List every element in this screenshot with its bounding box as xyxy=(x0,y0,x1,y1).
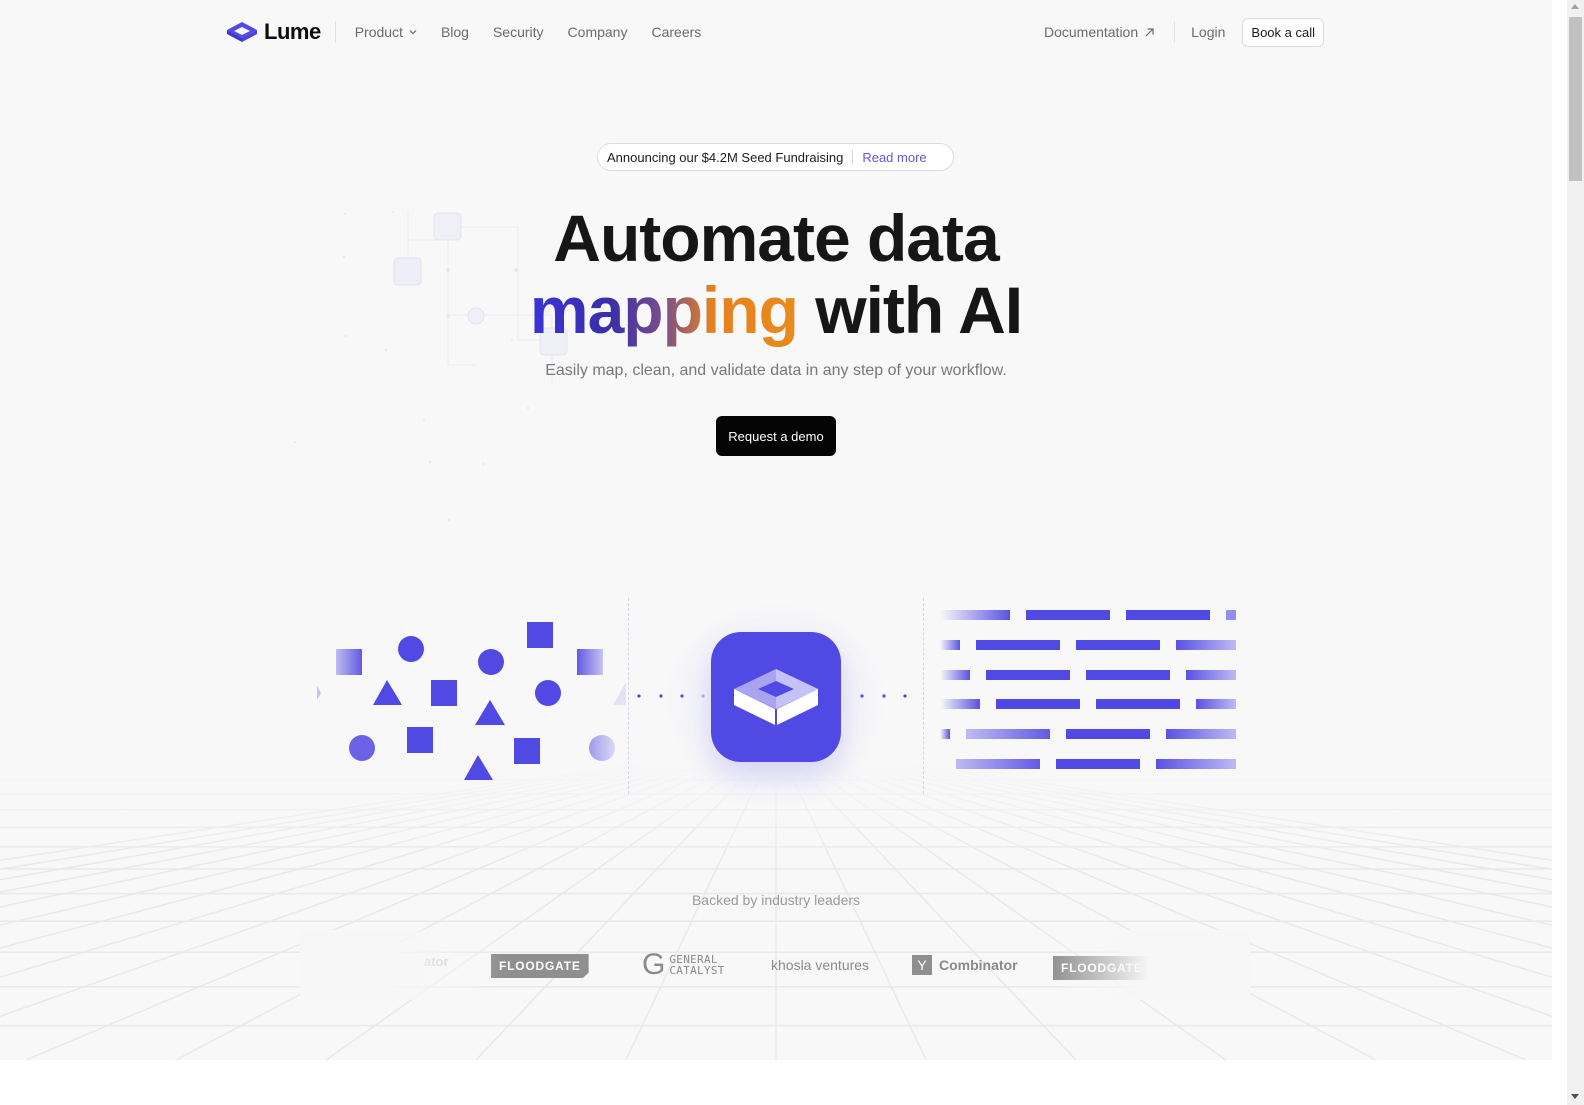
shape-triangle-partial xyxy=(317,686,321,700)
backer-logos: ator FLOODGATE G GENERAL CATALYST khosla… xyxy=(0,946,1552,986)
request-demo-button[interactable]: Request a demo xyxy=(716,416,836,456)
general-catalyst-wordmark: GENERAL CATALYST xyxy=(669,953,725,977)
input-shapes xyxy=(317,622,626,780)
shape-square xyxy=(336,649,362,675)
nav-right: Documentation Login Book a call xyxy=(1044,17,1324,47)
lume-app-icon xyxy=(711,632,841,762)
documentation-link[interactable]: Documentation xyxy=(1044,24,1155,40)
backer-logo-text: Combinator xyxy=(939,957,1018,973)
vertical-scrollbar[interactable] xyxy=(1567,0,1584,1105)
lume-box-icon xyxy=(227,22,257,42)
announcement-text: Announcing our $4.2M Seed Fundraising xyxy=(607,149,844,165)
scrollbar-thumb[interactable] xyxy=(1569,17,1582,181)
nav-divider xyxy=(334,21,336,43)
shape-circle xyxy=(589,735,615,761)
open-box-icon xyxy=(734,669,818,725)
scroll-down-arrow-icon[interactable] xyxy=(1571,1094,1579,1099)
shape-circle xyxy=(478,649,504,675)
headline-line-2: mapping with AI xyxy=(0,274,1552,346)
nav-link-company[interactable]: Company xyxy=(568,24,628,40)
shape-square xyxy=(577,649,603,675)
shape-circle xyxy=(398,636,424,662)
nav-links: Product Blog Security Company Careers xyxy=(355,24,702,40)
shape-square xyxy=(527,622,553,648)
shape-circle xyxy=(349,735,375,761)
hero-subtitle: Easily map, clean, and validate data in … xyxy=(545,362,1007,379)
backer-logo-text: FLOODGATE xyxy=(499,959,581,973)
general-catalyst-mark-icon: G xyxy=(642,948,666,981)
nav-link-careers[interactable]: Careers xyxy=(651,24,701,40)
shape-circle xyxy=(535,680,561,706)
backer-logo-general-catalyst: G GENERAL CATALYST xyxy=(642,950,725,980)
shape-square xyxy=(514,738,540,764)
top-nav: Lume Product Blog Security Company Caree… xyxy=(226,14,1324,50)
shape-square xyxy=(407,727,433,753)
external-link-arrow-icon xyxy=(1145,27,1154,36)
nav-link-label: Product xyxy=(354,24,403,40)
nav-link-blog[interactable]: Blog xyxy=(441,24,469,40)
scroll-up-arrow-icon[interactable] xyxy=(1571,4,1579,9)
page: Lume Product Blog Security Company Caree… xyxy=(0,0,1552,1060)
hero-headline: Automate data mapping with AI xyxy=(0,202,1552,346)
nav-divider xyxy=(1174,21,1176,43)
shape-triangle xyxy=(373,680,402,705)
backer-logo-floodgate: FLOODGATE xyxy=(491,954,589,978)
read-more-link[interactable]: Read more xyxy=(862,150,926,165)
connector-dots-left xyxy=(637,694,705,698)
announcement-pill[interactable]: Announcing our $4.2M Seed Fundraising Re… xyxy=(597,143,954,171)
backer-logo-khosla-ventures: khosla ventures xyxy=(771,957,869,973)
shape-square xyxy=(431,680,457,706)
announcement-divider xyxy=(852,150,854,164)
headline-line-2-rest: with AI xyxy=(797,273,1023,347)
connector-dots-right xyxy=(860,694,907,698)
shape-triangle xyxy=(464,755,493,780)
logo-fade-right xyxy=(1050,930,1250,1000)
brand-logo[interactable]: Lume xyxy=(226,19,321,45)
backer-logo-text: khosla ventures xyxy=(771,957,870,973)
shape-triangle-partial xyxy=(613,682,626,705)
chevron-down-icon xyxy=(409,30,417,35)
data-mapping-illustration xyxy=(300,590,1260,810)
login-link[interactable]: Login xyxy=(1191,24,1225,40)
brand-name: Lume xyxy=(264,19,321,44)
ycombinator-y-icon: Y xyxy=(912,955,932,975)
headline-line-1: Automate data xyxy=(553,201,999,275)
output-rows xyxy=(940,610,1236,769)
logo-fade-left xyxy=(300,930,500,1000)
backer-logo-ycombinator: Y Combinator xyxy=(912,955,1018,975)
nav-link-security[interactable]: Security xyxy=(493,24,544,40)
book-a-call-button[interactable]: Book a call xyxy=(1242,17,1324,47)
backers-heading: Backed by industry leaders xyxy=(691,892,861,908)
nav-link-product[interactable]: Product xyxy=(355,24,417,40)
documentation-label: Documentation xyxy=(1043,24,1139,40)
headline-gradient-word: mapping xyxy=(529,273,799,347)
shape-triangle xyxy=(475,700,505,725)
